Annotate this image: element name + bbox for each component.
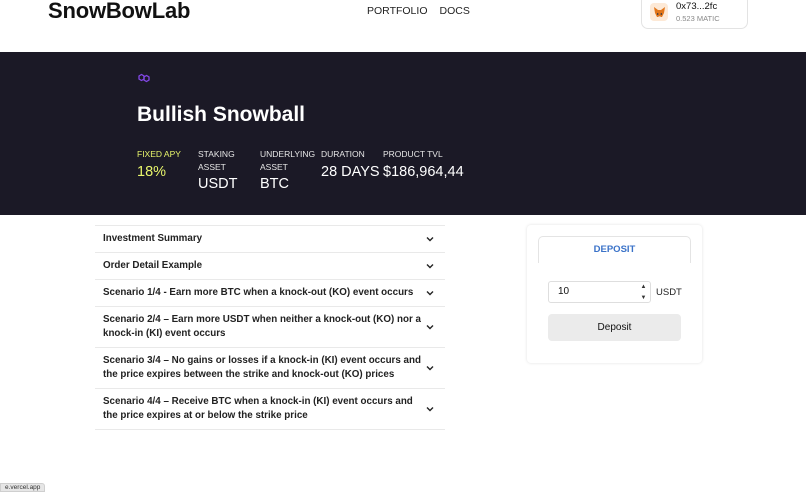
tab-deposit[interactable]: DEPOSIT xyxy=(538,236,691,263)
logo[interactable]: SnowBowLab xyxy=(48,0,190,24)
accordion-label: Scenario 2/4 – Earn more USDT when neith… xyxy=(103,314,421,339)
amount-unit: USDT xyxy=(656,287,682,298)
deposit-card: DEPOSIT 10 ▲ ▼ USDT Deposit xyxy=(527,225,702,363)
accordion-label: Investment Summary xyxy=(103,233,203,244)
top-header: SnowBowLab PORTFOLIO DOCS 0x73...2fc 0.5… xyxy=(0,0,806,52)
accordion-item-scenario-4[interactable]: Scenario 4/4 – Receive BTC when a knock-… xyxy=(95,388,445,430)
product-title: Bullish Snowball xyxy=(137,103,306,126)
wallet-button[interactable]: 0x73...2fc 0.523 MATIC xyxy=(641,0,748,29)
accordion-label: Order Detail Example xyxy=(103,260,203,271)
accordion-item-scenario-3[interactable]: Scenario 3/4 – No gains or losses if a k… xyxy=(95,347,445,388)
chevron-down-icon xyxy=(426,325,434,330)
stat-label: FIXED APY xyxy=(137,149,181,159)
stat-duration: DURATION 28 DAYS xyxy=(321,148,380,180)
wallet-balance: 0.523 MATIC xyxy=(676,14,720,23)
deposit-button[interactable]: Deposit xyxy=(548,314,681,341)
stat-product-tvl: PRODUCT TVL $186,964,44 xyxy=(383,148,464,180)
accordion-label: Scenario 1/4 - Earn more BTC when a knoc… xyxy=(103,287,414,298)
stat-underlying-asset: UNDERLYING ASSET BTC xyxy=(260,148,318,192)
status-bar-url: e.vercel.app xyxy=(0,483,46,492)
accordion-item-scenario-2[interactable]: Scenario 2/4 – Earn more USDT when neith… xyxy=(95,306,445,347)
accordion-label: Scenario 4/4 – Receive BTC when a knock-… xyxy=(103,396,413,421)
amount-value: 10 xyxy=(558,286,570,297)
metamask-fox-icon xyxy=(650,3,668,21)
product-hero: Bullish Snowball FIXED APY 18% STAKING A… xyxy=(0,52,806,215)
stat-label: DURATION xyxy=(321,149,365,159)
wallet-address: 0x73...2fc xyxy=(676,1,718,12)
accordion-item-order-detail[interactable]: Order Detail Example xyxy=(95,252,445,279)
stat-label: STAKING ASSET xyxy=(198,149,235,172)
stat-fixed-apy: FIXED APY 18% xyxy=(137,148,181,180)
stat-staking-asset: STAKING ASSET USDT xyxy=(198,148,248,192)
amount-input[interactable]: 10 ▲ ▼ xyxy=(548,281,651,303)
chevron-down-icon xyxy=(426,407,434,412)
accordion-item-scenario-1[interactable]: Scenario 1/4 - Earn more BTC when a knoc… xyxy=(95,279,445,306)
accordion-item-investment-summary[interactable]: Investment Summary xyxy=(95,225,445,252)
page: SnowBowLab PORTFOLIO DOCS 0x73...2fc 0.5… xyxy=(0,0,806,492)
chevron-down-icon xyxy=(426,264,434,269)
stat-value: $186,964,44 xyxy=(383,163,464,180)
stat-label: PRODUCT TVL xyxy=(383,149,443,159)
stat-value: BTC xyxy=(260,176,289,192)
stat-label: UNDERLYING ASSET xyxy=(260,149,316,172)
stat-value: 18% xyxy=(137,163,167,180)
chevron-down-icon xyxy=(426,237,434,242)
chevron-down-icon xyxy=(426,366,434,371)
nav-portfolio-link[interactable]: PORTFOLIO xyxy=(367,5,427,17)
main-nav: PORTFOLIO DOCS xyxy=(367,5,470,17)
stat-value: 28 DAYS xyxy=(321,163,380,180)
stepper-down-icon[interactable]: ▼ xyxy=(641,294,647,302)
polygon-icon xyxy=(138,73,150,83)
stat-value: USDT xyxy=(198,176,238,192)
nav-docs-link[interactable]: DOCS xyxy=(439,5,469,17)
stepper-up-icon[interactable]: ▲ xyxy=(641,283,647,291)
chevron-down-icon xyxy=(426,291,434,296)
info-accordion: Investment Summary Order Detail Example … xyxy=(95,225,445,430)
amount-stepper[interactable]: ▲ ▼ xyxy=(639,283,648,302)
accordion-label: Scenario 3/4 – No gains or losses if a k… xyxy=(103,355,421,380)
